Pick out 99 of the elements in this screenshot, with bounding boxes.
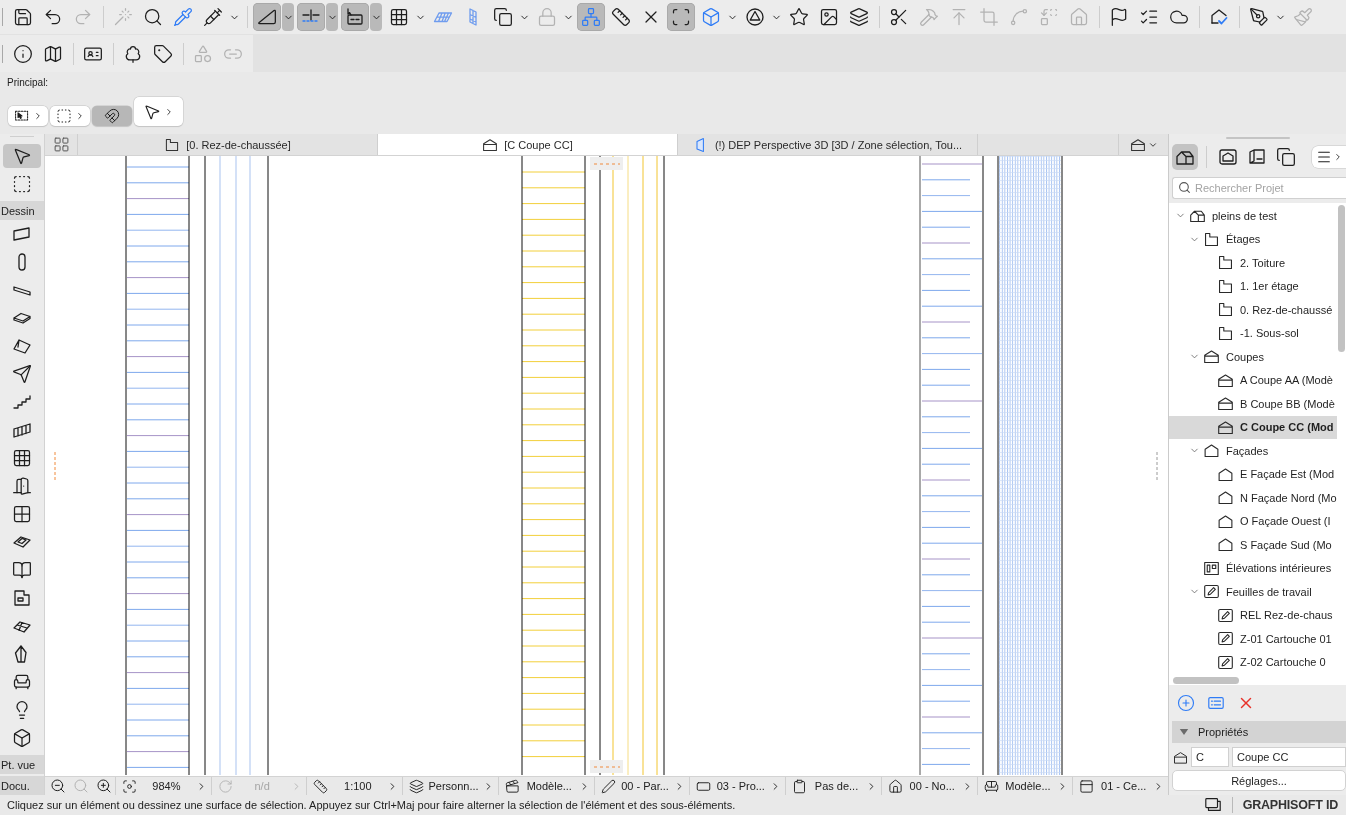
tab[interactable]: [C Coupe CC] (378, 134, 678, 155)
list-card-icon[interactable] (1207, 694, 1225, 712)
tree-item[interactable]: C Coupe CC (Mod (1169, 415, 1337, 439)
tree-item[interactable]: REL Rez-de-chaus (1169, 603, 1337, 627)
rotate-icon (217, 778, 233, 794)
tree-item[interactable]: Façades (1169, 439, 1337, 463)
brand-logo-text: GRAPHISOFT ID (1242, 798, 1338, 812)
house-section-icon (1217, 371, 1234, 389)
tree-item[interactable]: O Façade Ouest (I (1169, 509, 1337, 533)
house-section-icon (1129, 136, 1146, 153)
tree-item[interactable]: E Façade Est (Mod (1169, 462, 1337, 486)
tree-item[interactable]: 1. 1er étage (1169, 274, 1337, 298)
tree-item[interactable]: -1. Sous-sol (1169, 321, 1337, 345)
tree-item[interactable]: Z-02 Cartouche 0 (1169, 650, 1337, 674)
toolbox-section-header[interactable]: Docu. (0, 776, 44, 795)
paper-plane-icon (12, 364, 32, 384)
elevation-panel-icon (1203, 559, 1220, 577)
magnet-icon (104, 108, 120, 124)
floor-plan-icon (1217, 277, 1234, 295)
name-field[interactable]: Coupe CC (1232, 747, 1346, 767)
pencil-sheet-icon (1217, 606, 1234, 624)
search-field[interactable]: Rechercher Projet (1172, 177, 1346, 199)
focus-frame-icon (122, 778, 137, 794)
status-message: Cliquez sur un élément ou dessinez une surface de sélection. Appuyez sur Ctrl+Maj pour faire alterner la sélection de l'élément et des sous-éléments. (7, 799, 736, 811)
tree-item[interactable]: Coupes (1169, 345, 1337, 369)
stepped-outline-icon (12, 588, 32, 608)
door-icon (12, 476, 32, 496)
house-section-icon (1217, 418, 1234, 436)
tree-item[interactable]: 2. Toiture (1169, 251, 1337, 275)
marquee-cursor-icon (13, 108, 30, 124)
house-outline-icon (1203, 442, 1220, 460)
tree-item[interactable]: Z-01 Cartouche 01 (1169, 627, 1337, 651)
house-outline-icon (1217, 465, 1234, 483)
grid-icon (12, 448, 32, 468)
house-section-icon (482, 136, 499, 153)
cursor-icon (143, 102, 161, 121)
navigator-mode-button[interactable] (1172, 144, 1198, 170)
pencil-icon (600, 778, 616, 794)
chevron-right-icon (1333, 152, 1343, 162)
clapperboard-icon (504, 778, 520, 794)
tree-item[interactable]: Feuilles de travail (1169, 580, 1337, 604)
tree-item[interactable]: A Coupe AA (Modè (1169, 368, 1337, 392)
vertical-scrollbar[interactable] (1338, 205, 1345, 352)
floor-plan-icon (1217, 324, 1234, 342)
overlapping-windows-icon[interactable] (1203, 796, 1222, 814)
house-outline-icon (1217, 536, 1234, 554)
clipboard-icon (792, 778, 808, 794)
pencil-sheet-icon (1203, 583, 1220, 601)
stacked-pages-icon (1276, 147, 1296, 167)
toolbox-section-header[interactable]: Dessin (0, 201, 44, 220)
tree-item[interactable]: 0. Rez-de-chaussé (1169, 298, 1337, 322)
tool-mode-button[interactable] (8, 106, 48, 126)
tree-item[interactable]: Élévations intérieures (1169, 556, 1337, 580)
house-outline-icon (1217, 489, 1234, 507)
tile-grid-icon (52, 136, 70, 153)
house-frame-icon (1218, 147, 1238, 167)
add-icon[interactable] (1177, 694, 1195, 712)
dashed-rectangle-icon (55, 108, 72, 124)
house-section-icon (1217, 395, 1234, 413)
tree-item[interactable]: S Façade Sud (Mo (1169, 533, 1337, 557)
house-section-icon (1203, 348, 1220, 366)
floor-plan-icon (1217, 301, 1234, 319)
dashed-rectangle-icon (12, 174, 32, 194)
tree-item[interactable]: N Façade Nord (Mo (1169, 486, 1337, 510)
house-icon (887, 778, 903, 794)
panel-section-header[interactable]: Propriétés (1172, 721, 1346, 743)
ruler-icon (313, 778, 329, 794)
tool-mode-button[interactable] (134, 97, 183, 126)
reference-field[interactable]: C (1191, 747, 1229, 767)
cursor-icon (12, 146, 32, 166)
pencil-sheet-icon (1217, 653, 1234, 671)
layers-icon (409, 778, 425, 794)
house-outline-icon (1217, 512, 1234, 530)
window-icon (12, 504, 32, 524)
horizontal-scrollbar[interactable] (1173, 677, 1239, 684)
open-book-icon (12, 560, 32, 580)
folded-sheet-icon (1247, 147, 1267, 167)
floor-plan-icon (1217, 254, 1234, 272)
tree-item[interactable]: Étages (1169, 227, 1337, 251)
armchair-icon (12, 672, 32, 692)
tree-item[interactable]: pleins de test (1169, 204, 1337, 228)
search-icon (1178, 181, 1191, 194)
parallelogram-icon (12, 224, 32, 244)
house-section-icon (1173, 749, 1188, 765)
toolbar-label: Principal: (7, 77, 49, 88)
tree-item[interactable]: B Coupe BB (Modè (1169, 392, 1337, 416)
menu-icon (1316, 149, 1332, 165)
panel-menu-button[interactable] (1312, 146, 1346, 168)
floor-plan-icon (1203, 230, 1220, 248)
pencil-sheet-icon (1217, 630, 1234, 648)
cube-icon (12, 728, 32, 748)
toolbox-section-header[interactable]: Pt. vue (0, 755, 44, 774)
railing-icon (12, 420, 32, 440)
tool-button[interactable] (3, 144, 41, 168)
settings-button[interactable]: Réglages... (1172, 770, 1346, 791)
floor-plan-icon (164, 136, 181, 153)
sofa-icon (983, 778, 999, 794)
tool-mode-button[interactable] (92, 106, 132, 126)
panel-icon (1079, 778, 1095, 794)
